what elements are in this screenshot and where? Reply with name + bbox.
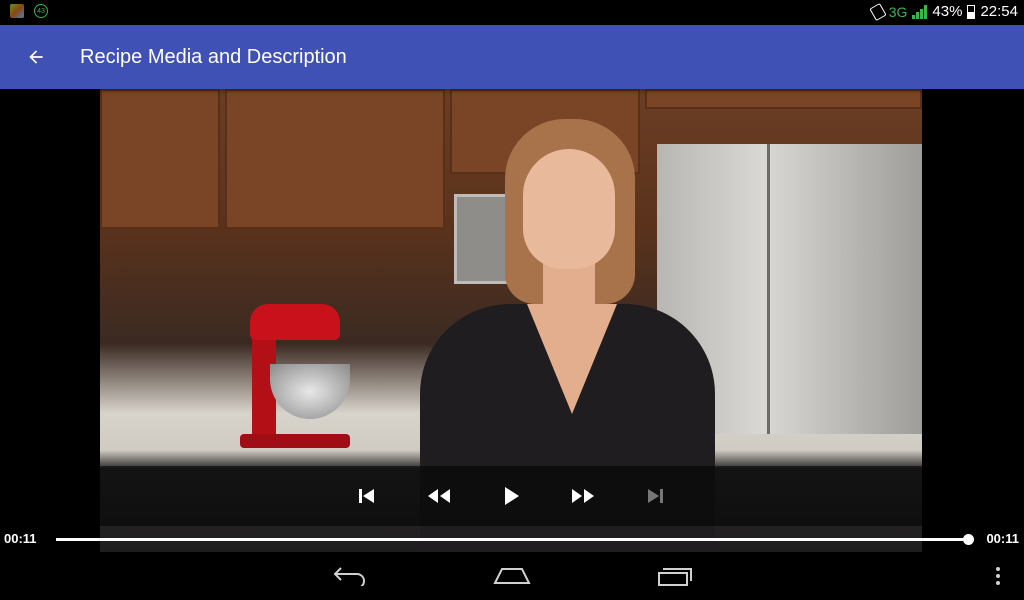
overflow-menu-button[interactable] [968,560,1024,592]
play-button[interactable] [475,466,547,526]
seek-thumb[interactable] [963,534,974,545]
rotation-lock-icon [869,2,887,21]
next-button[interactable] [619,466,691,526]
rewind-button[interactable] [403,466,475,526]
rewind-icon [428,489,450,503]
app-notification-icon [10,4,24,18]
status-bar: 43 3G 43% 22:54 [0,0,1024,25]
signal-icon [912,4,928,19]
battery-percent: 43% [932,3,963,20]
playback-controls [100,466,922,526]
nav-recents-button[interactable] [645,560,705,592]
overflow-menu-icon [996,567,1000,585]
current-time: 00:11 [4,531,37,546]
stand-mixer [240,304,350,448]
skip-previous-icon [359,489,374,503]
app-bar: Recipe Media and Description [0,25,1024,89]
play-icon [505,487,519,505]
nav-back-button[interactable] [320,560,380,592]
page-title: Recipe Media and Description [80,46,347,68]
previous-button[interactable] [331,466,403,526]
seek-bar[interactable] [56,534,974,545]
back-button[interactable] [20,41,52,73]
skip-next-icon [648,489,663,503]
duration: 00:11 [986,531,1019,546]
kitchen-cabinet [645,89,922,109]
kitchen-cabinet [225,89,445,229]
recents-icon [658,568,692,586]
timeline: 00:11 00:11 [0,526,1024,552]
clock: 22:54 [980,3,1018,20]
kitchen-cabinet [100,89,220,229]
home-icon [493,568,531,584]
nav-home-button[interactable] [482,560,542,592]
seek-bar-played [56,538,968,541]
back-icon [333,567,365,586]
navigation-bar [0,552,1024,600]
arrow-back-icon [29,50,43,64]
count-badge-icon: 43 [34,4,48,18]
fast-forward-icon [572,489,594,503]
network-type: 3G [888,3,908,20]
fast-forward-button[interactable] [547,466,619,526]
battery-icon [967,4,976,19]
